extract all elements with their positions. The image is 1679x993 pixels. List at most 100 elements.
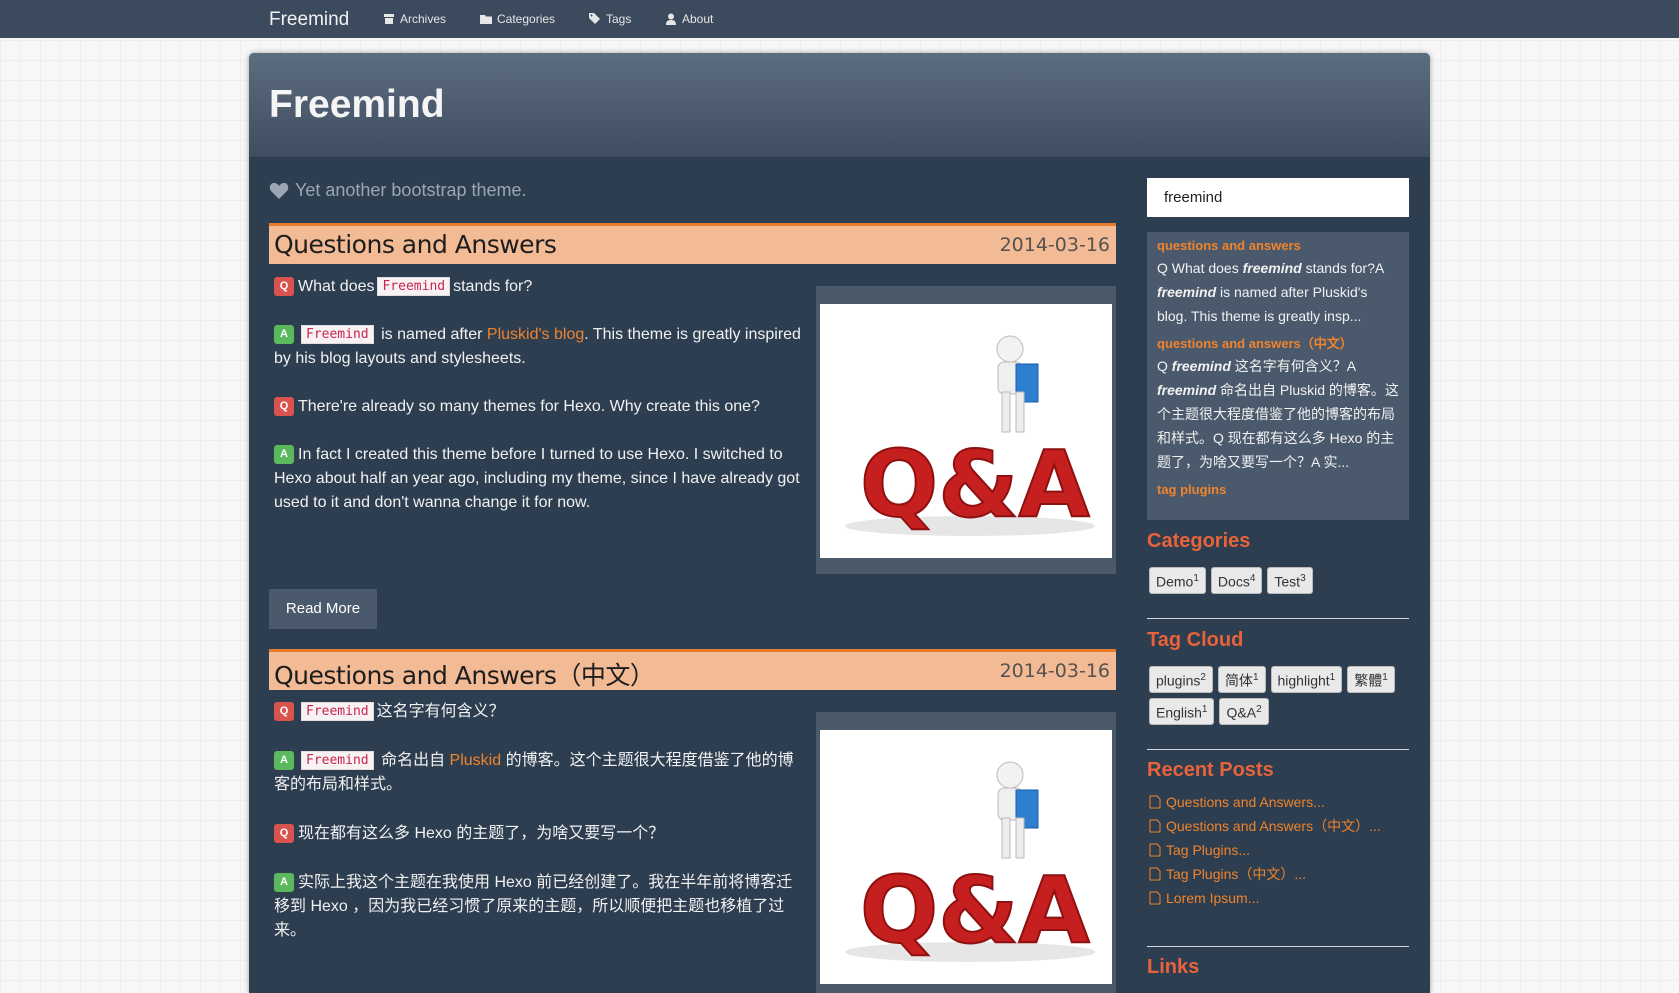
file-icon [1149, 891, 1161, 905]
navbar-brand[interactable]: Freemind [269, 9, 349, 31]
nav-categories[interactable]: Categories [480, 12, 555, 26]
search-results: questions and answers Q What does freemi… [1147, 232, 1409, 520]
post-title[interactable]: Questions and Answers [274, 230, 557, 259]
tag-chip[interactable]: plugins2 [1149, 666, 1213, 693]
main-container: Freemind Yet another bootstrap theme. Qu… [249, 53, 1430, 993]
tagline: Yet another bootstrap theme. [269, 180, 527, 201]
archive-icon [384, 14, 394, 24]
category-chip[interactable]: Demo1 [1149, 567, 1206, 594]
post-header: Questions and Answers（中文） 2014-03-16 [269, 649, 1116, 690]
answer-text: 实际上我这个主题在我使用 Hexo 前已经创建了。我在半年前将博客迁移到 Hex… [274, 874, 793, 939]
qa-figure-image: Q&A [845, 335, 1095, 539]
post-header: Questions and Answers 2014-03-16 [269, 223, 1116, 264]
nav-about[interactable]: About [665, 12, 713, 26]
tags-icon [589, 13, 600, 24]
nav-archives-label: Archives [400, 12, 447, 26]
divider [1147, 946, 1409, 947]
answer-badge: A [274, 873, 294, 893]
question-badge: Q [274, 277, 294, 297]
answer-badge: A [274, 325, 294, 345]
tag-chip[interactable]: highlight1 [1270, 666, 1343, 693]
nav-categories-label: Categories [497, 12, 556, 26]
recent-post-link[interactable]: Tag Plugins... [1149, 838, 1381, 862]
search-result-snippet: Q What does freemind stands for?A freemi… [1157, 260, 1384, 324]
links-heading: Links [1147, 956, 1200, 978]
tag-chip[interactable]: Q&A2 [1219, 698, 1269, 725]
file-icon [1149, 843, 1161, 857]
tag-chip[interactable]: 简体1 [1217, 666, 1266, 693]
search-result-title[interactable]: questions and answers [1157, 236, 1399, 256]
site-title[interactable]: Freemind [269, 83, 445, 127]
tag-cloud-row: plugins2 简体1 highlight1 繁體1 [1149, 666, 1395, 693]
divider [1147, 618, 1409, 619]
folder-icon [480, 15, 492, 24]
file-icon [1149, 795, 1161, 809]
qa-answer: A 实际上我这个主题在我使用 Hexo 前已经创建了。我在半年前将博客迁移到 He… [274, 871, 804, 943]
question-text: 这名字有何含义？ [376, 703, 505, 720]
recent-post-link[interactable]: Questions and Answers（中文）... [1149, 814, 1381, 838]
answer-text: 命名出自 [381, 752, 446, 769]
user-icon [666, 13, 676, 25]
post-thumbnail[interactable]: Q&A [816, 712, 1116, 993]
answer-badge: A [274, 445, 294, 465]
search-input[interactable] [1147, 178, 1409, 217]
inline-code: Freemind [301, 702, 374, 722]
qa-answer: A In fact I created this theme before I t… [274, 443, 804, 515]
read-more-button[interactable]: Read More [269, 589, 377, 629]
recent-post-link[interactable]: Tag Plugins（中文）... [1149, 862, 1381, 886]
search-result-snippet: Q freemind 这名字有何含义？A freemind 命名出自 Plusk… [1157, 358, 1399, 470]
qa-answer: A Freemind 命名出自 Pluskid 的博客。这个主题很大程度借鉴了他的… [274, 749, 804, 797]
category-list: Demo1 Docs4 Test3 [1149, 567, 1313, 594]
recent-post-link[interactable]: Questions and Answers... [1149, 790, 1381, 814]
qa-illustration: Q&A [820, 304, 1112, 558]
inline-code: Freemind [301, 325, 374, 345]
nav-tags-label: Tags [606, 12, 632, 26]
qa-image-text: Q&A [860, 857, 1090, 964]
tag-cloud-row: English1 Q&A2 [1149, 698, 1269, 725]
top-navbar: Freemind Archives Categories Tags About [0, 0, 1679, 38]
nav-archives[interactable]: Archives [383, 12, 446, 26]
tag-cloud-heading: Tag Cloud [1147, 629, 1244, 651]
answer-text: is named after [381, 326, 483, 343]
tagline-text: Yet another bootstrap theme. [295, 180, 527, 200]
question-text: There're already so many themes for Hexo… [298, 398, 760, 415]
tag-chip[interactable]: 繁體1 [1347, 666, 1395, 693]
question-badge: Q [274, 824, 294, 844]
qa-question: Q What does Freemind stands for? [274, 275, 804, 299]
qa-illustration: Q&A [820, 730, 1112, 984]
post-thumbnail[interactable]: Q&A [816, 286, 1116, 574]
qa-question: Q There're already so many themes for Hex… [274, 395, 804, 419]
recent-posts-list: Questions and Answers... Questions and A… [1149, 790, 1381, 910]
qa-answer: A Freemind is named after Pluskid's blog.… [274, 323, 804, 371]
question-badge: Q [274, 397, 294, 417]
answer-badge: A [274, 751, 294, 771]
post-date: 2014-03-16 [999, 234, 1110, 256]
divider [1147, 749, 1409, 750]
qa-image-text: Q&A [860, 431, 1090, 538]
nav-about-label: About [682, 12, 714, 26]
search-result-title[interactable]: tag plugins [1157, 480, 1399, 500]
nav-tags[interactable]: Tags [589, 12, 631, 26]
qa-question: Q Freemind 这名字有何含义？ [274, 700, 804, 724]
header-banner: Freemind [249, 53, 1430, 157]
category-chip[interactable]: Docs4 [1210, 567, 1263, 594]
file-icon [1149, 867, 1161, 881]
qa-figure-image: Q&A [845, 761, 1095, 965]
inline-code: Freemind [377, 277, 451, 297]
question-text: 现在都有这么多 Hexo 的主题了，为啥又要写一个？ [298, 825, 665, 842]
qa-question: Q 现在都有这么多 Hexo 的主题了，为啥又要写一个？ [274, 822, 804, 846]
search-result-title[interactable]: questions and answers（中文） [1157, 334, 1399, 354]
heart-icon [269, 182, 289, 199]
recent-post-link[interactable]: Lorem Ipsum... [1149, 886, 1381, 910]
inline-code: Freemind [301, 751, 374, 771]
category-chip[interactable]: Test3 [1267, 567, 1313, 594]
categories-heading: Categories [1147, 530, 1251, 552]
recent-posts-heading: Recent Posts [1147, 759, 1274, 781]
post-title[interactable]: Questions and Answers（中文） [274, 656, 655, 692]
pluskid-link[interactable]: Pluskid [450, 752, 502, 769]
pluskid-blog-link[interactable]: Pluskid's blog [487, 326, 584, 343]
tag-chip[interactable]: English1 [1149, 698, 1215, 725]
file-icon [1149, 819, 1161, 833]
question-badge: Q [274, 702, 294, 722]
question-text: stands for? [453, 278, 533, 295]
